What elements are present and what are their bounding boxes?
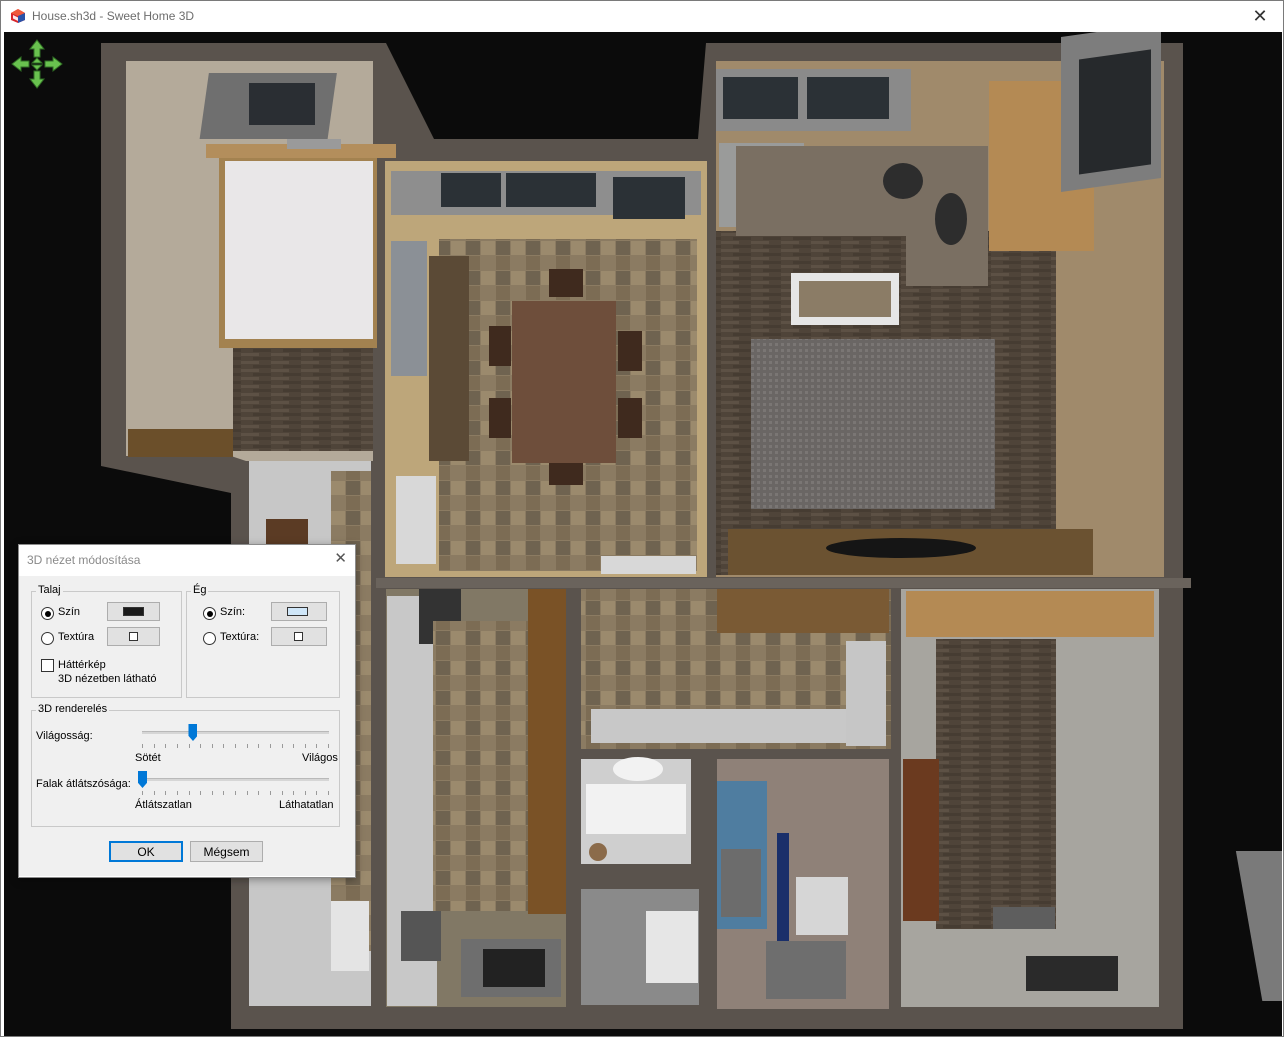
ground-texture-radio[interactable]: [41, 632, 54, 645]
ground-color-swatch: [123, 607, 144, 616]
slider-tick: [212, 791, 213, 795]
sky-texture-label: Textúra:: [220, 631, 260, 643]
slider-tick: [223, 744, 224, 748]
slider-tick: [177, 791, 178, 795]
dialog-body: Talaj Szín Textúra Háttérkép 3D nézetben…: [19, 576, 355, 876]
wall-transparency-label: Falak átlátszósága:: [36, 778, 131, 790]
ground-texture-label: Textúra: [58, 631, 95, 643]
transparency-min-label: Átlátszatlan: [135, 799, 192, 811]
rendering-group-label: 3D renderelés: [36, 703, 110, 715]
sky-color-radio[interactable]: [203, 607, 216, 620]
slider-tick: [293, 791, 294, 795]
transparency-max-label: Láthatatlan: [279, 799, 334, 811]
slider-tick: [154, 744, 155, 748]
window-close-button[interactable]: ✕: [1237, 1, 1283, 32]
slider-tick: [316, 744, 317, 748]
slider-tick: [328, 744, 329, 748]
brightness-max-label: Világos: [302, 752, 338, 764]
app-window: House.sh3d - Sweet Home 3D ✕ 3D nézet mó…: [0, 0, 1284, 1037]
transparency-track[interactable]: [142, 778, 329, 781]
transparency-slider-thumb[interactable]: [138, 771, 147, 788]
slider-tick: [316, 791, 317, 795]
slider-tick: [258, 744, 259, 748]
ground-group-label: Talaj: [36, 584, 63, 596]
slider-tick: [200, 744, 201, 748]
slider-tick: [165, 744, 166, 748]
slider-tick: [305, 791, 306, 795]
slider-tick: [270, 744, 271, 748]
slider-tick: [247, 791, 248, 795]
slider-tick: [212, 744, 213, 748]
slider-tick: [305, 744, 306, 748]
slider-tick: [142, 791, 143, 795]
brightness-slider-thumb[interactable]: [188, 724, 198, 741]
ground-color-radio[interactable]: [41, 607, 54, 620]
brightness-track[interactable]: [142, 731, 329, 734]
dialog-title: 3D nézet módosítása: [27, 553, 141, 567]
title-bar: House.sh3d - Sweet Home 3D ✕: [1, 1, 1283, 32]
texture-icon: [129, 632, 138, 641]
slider-tick: [270, 791, 271, 795]
close-icon: ✕: [1252, 6, 1268, 27]
background-image-checkbox[interactable]: [41, 659, 54, 672]
window-title: House.sh3d - Sweet Home 3D: [32, 9, 195, 23]
slider-tick: [235, 744, 236, 748]
sky-color-button[interactable]: [271, 602, 327, 621]
slider-tick: [293, 744, 294, 748]
transparency-ticks: [142, 791, 329, 795]
slider-tick: [177, 744, 178, 748]
slider-tick: [154, 791, 155, 795]
dialog-close-icon[interactable]: ✕: [334, 549, 347, 567]
ground-color-label: Szín: [58, 606, 81, 618]
slider-tick: [282, 744, 283, 748]
brightness-label: Világosság:: [36, 730, 93, 742]
3d-house-render: [4, 32, 1282, 1036]
slider-tick: [165, 791, 166, 795]
slider-tick: [200, 791, 201, 795]
slider-tick: [223, 791, 224, 795]
slider-tick: [189, 791, 190, 795]
slider-tick: [142, 744, 143, 748]
brightness-ticks: [142, 744, 329, 748]
ground-color-button[interactable]: [107, 602, 160, 621]
background-image-sublabel: 3D nézetben látható: [58, 673, 157, 685]
3d-view[interactable]: [4, 32, 1282, 1036]
sky-texture-button[interactable]: [271, 627, 327, 646]
slider-tick: [328, 791, 329, 795]
rendering-group: 3D renderelés Világosság: Sötét Világos …: [31, 703, 340, 827]
slider-tick: [282, 791, 283, 795]
sky-texture-radio[interactable]: [203, 632, 216, 645]
sweet-home-3d-app-icon: [11, 9, 25, 23]
texture-icon: [294, 632, 303, 641]
cancel-button[interactable]: Mégsem: [190, 841, 263, 862]
3d-view-modify-dialog: 3D nézet módosítása ✕ Talaj Szín Textúra…: [18, 544, 356, 878]
brightness-min-label: Sötét: [135, 752, 161, 764]
slider-tick: [247, 744, 248, 748]
slider-tick: [235, 791, 236, 795]
sky-color-swatch: [287, 607, 308, 616]
sky-group-label: Ég: [191, 584, 209, 596]
slider-tick: [189, 744, 190, 748]
ground-group: Talaj Szín Textúra Háttérkép 3D nézetben…: [31, 584, 182, 698]
background-image-label: Háttérkép: [58, 659, 106, 671]
sky-group: Ég Szín: Textúra:: [186, 584, 340, 698]
ground-texture-button[interactable]: [107, 627, 160, 646]
navigation-arrows-icon[interactable]: [11, 39, 63, 89]
sky-color-label: Szín:: [220, 606, 246, 618]
ok-button[interactable]: OK: [109, 841, 183, 862]
slider-tick: [258, 791, 259, 795]
